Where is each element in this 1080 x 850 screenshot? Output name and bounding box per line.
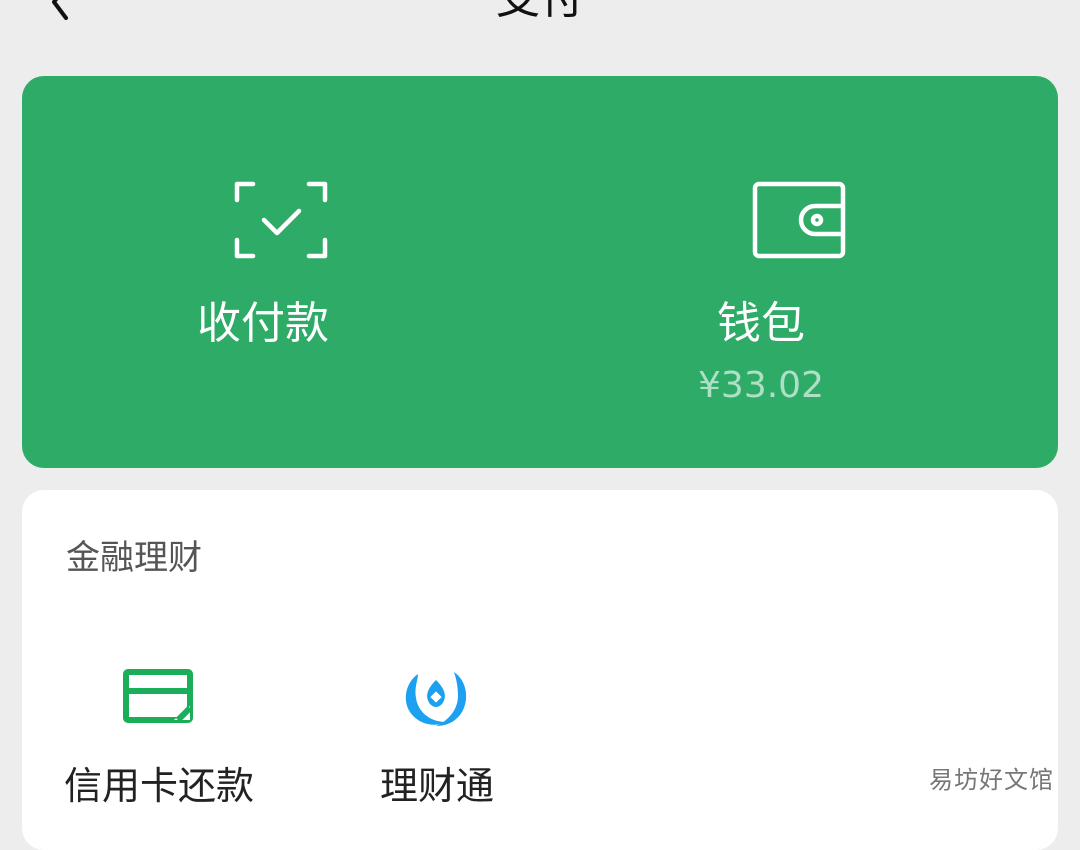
credit-card-repay-label: 信用卡还款 bbox=[64, 764, 255, 808]
receive-pay-button[interactable]: 收付款 bbox=[22, 76, 540, 468]
top-bar: 支付 bbox=[0, 0, 1080, 60]
scan-check-icon bbox=[234, 181, 328, 259]
wallet-icon bbox=[752, 181, 846, 259]
licaitong-label: 理财通 bbox=[380, 764, 495, 808]
licaitong-button[interactable]: 理财通 bbox=[322, 658, 562, 818]
finance-card: 金融理财 信用卡还款 理财通 bbox=[22, 490, 1058, 850]
wallet-label: 钱包 bbox=[717, 298, 805, 349]
payment-card: 收付款 钱包 ¥33.02 bbox=[22, 76, 1058, 468]
wallet-balance: ¥33.02 bbox=[698, 365, 824, 406]
page-title: 支付 bbox=[0, 0, 1080, 24]
credit-card-repay-button[interactable]: 信用卡还款 bbox=[52, 658, 292, 818]
receive-pay-label: 收付款 bbox=[197, 298, 329, 349]
wallet-button[interactable]: 钱包 ¥33.02 bbox=[540, 76, 1058, 468]
watermark-text: 易坊好文馆 bbox=[929, 766, 1054, 794]
credit-card-icon bbox=[123, 669, 193, 723]
finance-section-title: 金融理财 bbox=[66, 538, 202, 578]
licaitong-icon bbox=[405, 672, 467, 726]
